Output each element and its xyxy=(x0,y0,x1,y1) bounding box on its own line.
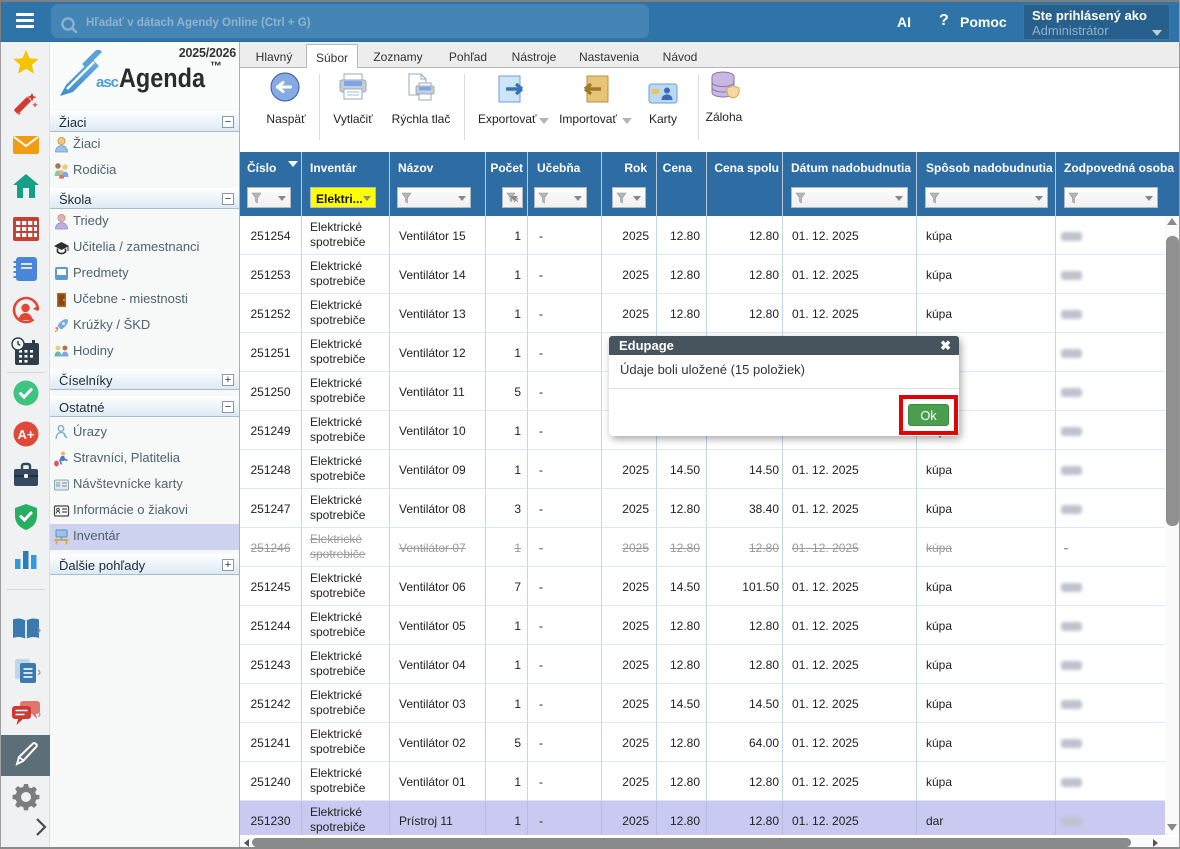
svg-text:asc: asc xyxy=(96,74,119,91)
svg-text:A+: A+ xyxy=(18,427,35,442)
svg-text:™: ™ xyxy=(210,59,222,73)
svg-text:Agenda: Agenda xyxy=(119,63,206,93)
